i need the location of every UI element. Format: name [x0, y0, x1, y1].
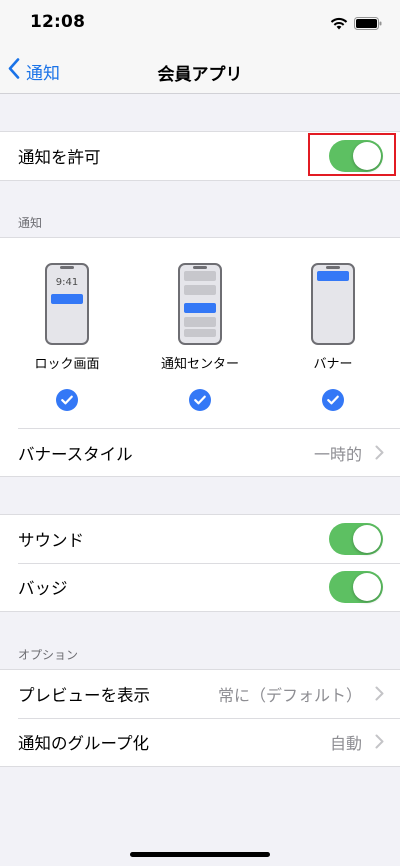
style-label: バナー	[313, 357, 353, 372]
sound-toggle[interactable]	[329, 523, 383, 555]
notification-grouping-row[interactable]: 通知のグループ化 自動	[0, 718, 400, 766]
show-previews-label: プレビューを表示	[18, 686, 150, 705]
style-label: ロック画面	[34, 357, 100, 372]
banner-style-label: バナースタイル	[18, 444, 133, 464]
alert-styles: 9:41 ロック画面 通知センター バナー	[0, 238, 400, 428]
page-title: 会員アプリ	[157, 65, 243, 85]
sound-label: サウンド	[18, 531, 84, 550]
wifi-icon	[330, 15, 348, 34]
checkmark-icon	[322, 389, 344, 411]
notification-grouping-value: 自動	[329, 734, 362, 753]
checkmark-icon	[56, 389, 78, 411]
chevron-right-icon	[375, 734, 384, 753]
toggle-knob	[353, 525, 381, 553]
show-previews-row[interactable]: プレビューを表示 常に（デフォルト）	[0, 670, 400, 718]
style-banner[interactable]: バナー	[273, 263, 393, 411]
allow-notifications-label: 通知を許可	[18, 148, 101, 167]
style-label: 通知センター	[160, 357, 239, 372]
badge-row: バッジ	[0, 563, 400, 611]
notification-center-phone-icon	[178, 263, 222, 345]
lock-screen-preview-time: 9:41	[55, 277, 79, 288]
notification-grouping-label: 通知のグループ化	[18, 734, 150, 753]
section-header-notifications: 通知	[18, 216, 43, 230]
section-header-options: オプション	[18, 648, 79, 662]
status-icons	[330, 15, 382, 34]
badge-toggle[interactable]	[329, 571, 383, 603]
navigation-bar: 通知 会員アプリ	[0, 48, 400, 94]
status-time: 12:08	[30, 12, 86, 32]
checkmark-icon	[189, 389, 211, 411]
show-previews-value: 常に（デフォルト）	[217, 686, 362, 705]
sound-badge-group: サウンド バッジ	[0, 514, 400, 612]
chevron-right-icon	[375, 686, 384, 705]
banner-phone-icon	[311, 263, 355, 345]
style-notification-center[interactable]: 通知センター	[140, 263, 260, 411]
home-indicator	[130, 852, 270, 857]
badge-label: バッジ	[18, 579, 68, 598]
options-group: プレビューを表示 常に（デフォルト） 通知のグループ化 自動	[0, 669, 400, 767]
banner-style-row[interactable]: バナースタイル 一時的	[18, 428, 400, 476]
highlight-box	[308, 133, 396, 176]
sound-row: サウンド	[0, 515, 400, 563]
banner-style-value: 一時的	[313, 444, 362, 464]
toggle-knob	[353, 573, 381, 601]
style-lock-screen[interactable]: 9:41 ロック画面	[7, 263, 127, 411]
lock-screen-phone-icon: 9:41	[45, 263, 89, 345]
chevron-right-icon	[375, 445, 384, 464]
status-bar: 12:08	[0, 0, 400, 48]
notifications-group: 9:41 ロック画面 通知センター バナー バナースタイル 一時的	[0, 237, 400, 477]
battery-icon	[354, 15, 382, 34]
